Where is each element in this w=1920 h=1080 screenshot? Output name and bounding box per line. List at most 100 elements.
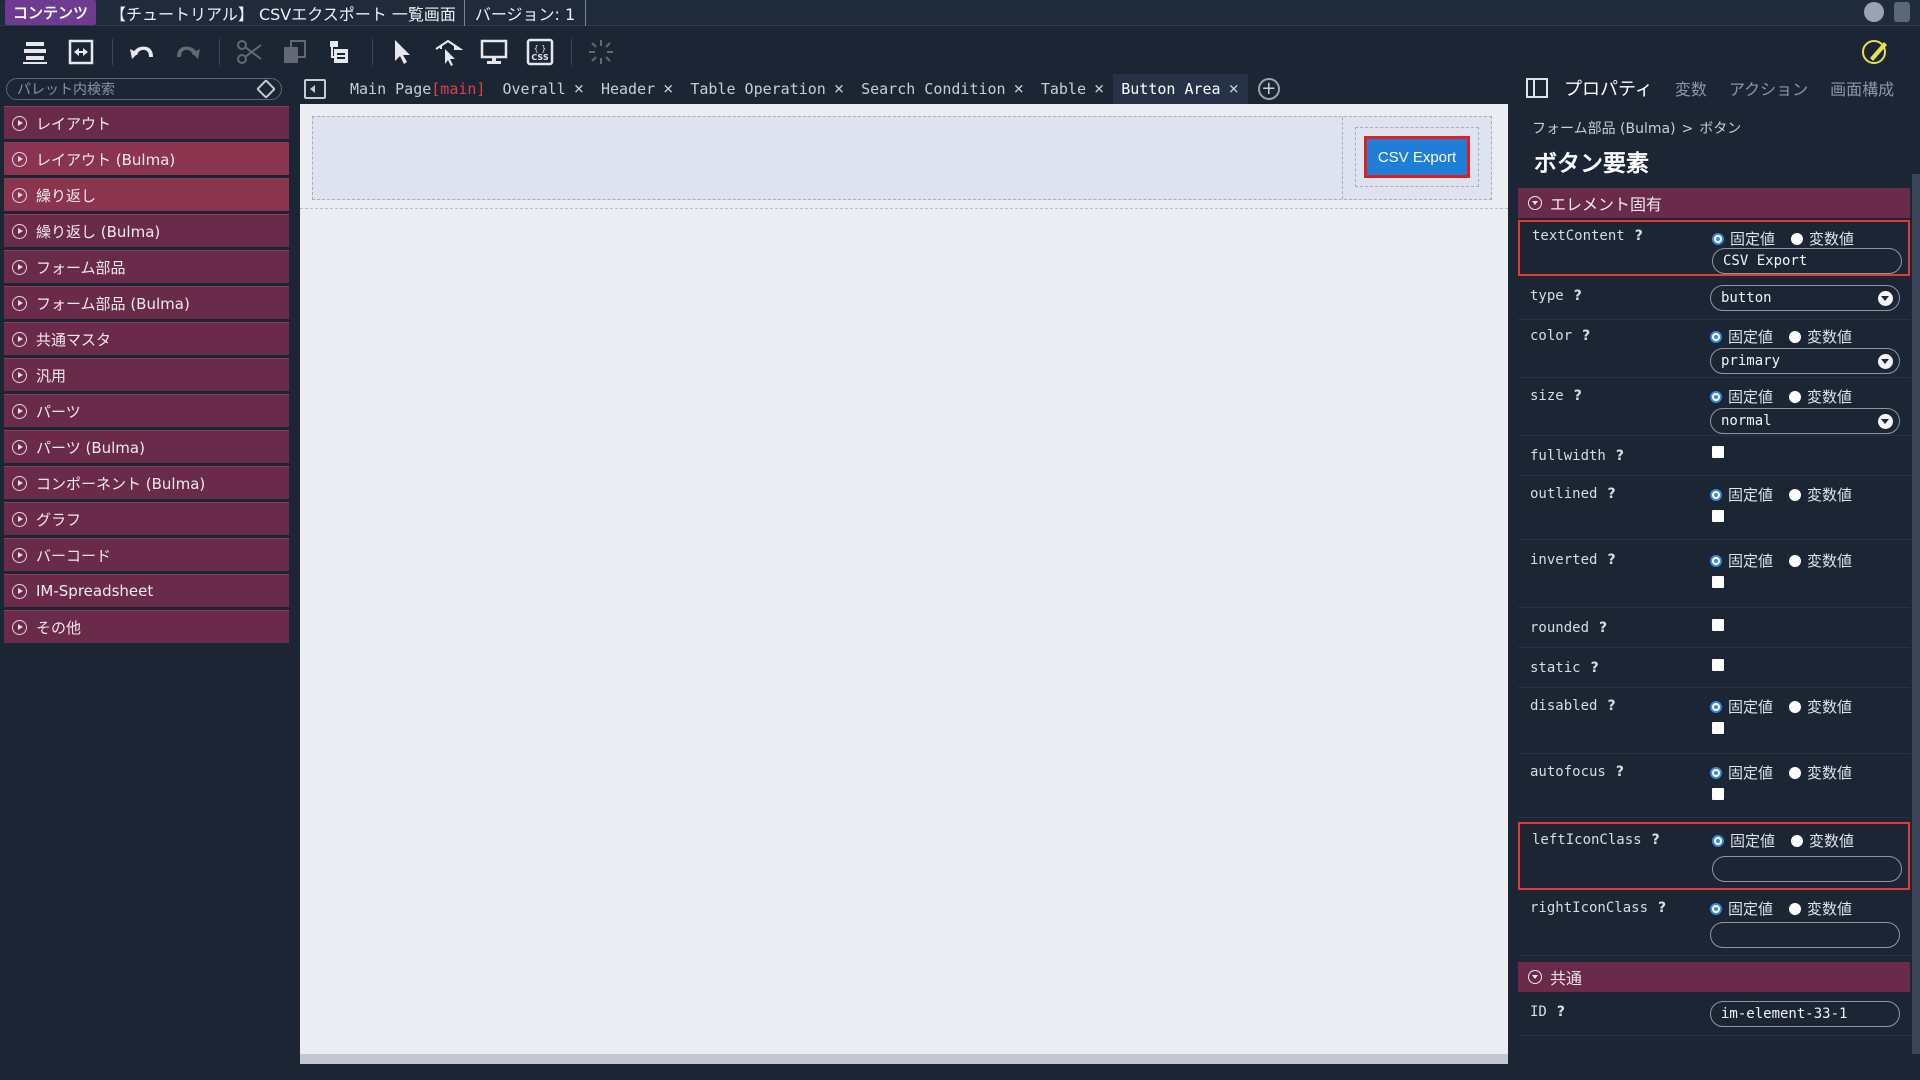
outlined-checkbox[interactable] [1712,510,1724,522]
help-icon[interactable]: ? [1607,486,1615,502]
autofocus-checkbox[interactable] [1712,788,1724,800]
variable-radio[interactable] [1789,488,1802,501]
edit-icon[interactable] [1858,34,1892,68]
tab-button-area[interactable]: Button Area × [1113,74,1248,104]
help-icon[interactable]: ? [1574,388,1582,404]
color-select[interactable]: primary [1710,348,1900,374]
button-area-container[interactable]: CSV Export [312,116,1492,200]
redo-icon[interactable] [171,35,205,69]
palette-item[interactable]: パーツ (Bulma) [4,430,289,463]
palette-item[interactable]: パーツ [4,394,289,427]
content-badge[interactable]: コンテンツ [5,0,97,25]
help-icon[interactable]: ? [1658,900,1666,916]
horizontal-scrollbar[interactable] [300,1054,1508,1064]
expand-icon[interactable] [64,35,98,69]
palette-item[interactable]: 繰り返し [4,178,289,211]
fixed-radio[interactable] [1710,700,1722,713]
close-icon[interactable]: × [834,79,844,99]
palette-item[interactable]: 繰り返し (Bulma) [4,214,289,247]
properties-scrollbar[interactable] [1912,174,1920,1054]
tab-main-page[interactable]: Main Page [main] [342,74,494,104]
tab-overall[interactable]: Overall × [494,74,592,104]
palette-item[interactable]: コンポーネント (Bulma) [4,466,289,499]
fixed-radio[interactable] [1712,232,1724,245]
help-icon[interactable]: ? [1582,328,1590,344]
variable-radio[interactable] [1791,232,1804,245]
undo-icon[interactable] [125,35,159,69]
close-icon[interactable]: × [1229,79,1239,99]
help-icon[interactable]: ? [1574,288,1582,304]
fixed-radio[interactable] [1710,488,1722,501]
section-element-specific[interactable]: エレメント固有 [1518,188,1910,218]
close-icon[interactable]: × [663,79,673,99]
design-canvas[interactable]: CSV Export [300,104,1508,1064]
copy-icon[interactable] [278,35,312,69]
variable-radio[interactable] [1789,700,1802,713]
palette-item[interactable]: レイアウト (Bulma) [4,142,289,175]
fixed-radio[interactable] [1712,834,1724,847]
palette-item[interactable]: IM-Spreadsheet [4,574,289,607]
paste-icon[interactable] [324,35,358,69]
help-icon[interactable]: ? [1635,228,1643,244]
palette-item[interactable]: フォーム部品 (Bulma) [4,286,289,319]
righticonclass-input[interactable] [1710,922,1900,948]
user-icon[interactable] [1864,2,1884,22]
fixed-radio[interactable] [1710,330,1722,343]
id-input[interactable]: im-element-33-1 [1710,1001,1900,1027]
help-icon[interactable]: ? [1616,764,1624,780]
variable-radio[interactable] [1789,554,1802,567]
fixed-radio[interactable] [1710,902,1722,915]
help-icon[interactable]: ? [1599,620,1607,636]
help-icon[interactable]: ? [1607,552,1615,568]
palette-item[interactable]: バーコード [4,538,289,571]
static-checkbox[interactable] [1712,659,1724,671]
close-icon[interactable]: × [1014,79,1024,99]
help-icon[interactable]: ? [1557,1004,1565,1020]
lefticonclass-input[interactable] [1712,856,1902,882]
palette-search-input[interactable]: パレット内検索 [6,78,282,100]
help-icon[interactable]: ? [1616,448,1624,464]
fullwidth-checkbox[interactable] [1712,446,1724,458]
tab-actions[interactable]: アクション [1729,76,1808,100]
tab-screen-structure[interactable]: 画面構成 [1830,76,1894,100]
fixed-radio[interactable] [1710,766,1722,779]
palette-item[interactable]: 汎用 [4,358,289,391]
textcontent-input[interactable]: CSV Export [1712,248,1902,274]
add-tab-icon[interactable]: + [1257,78,1280,100]
tab-table-operation[interactable]: Table Operation × [682,74,853,104]
css-icon[interactable]: CSS{ } [523,35,557,69]
csv-export-button[interactable]: CSV Export [1364,136,1470,178]
version-label[interactable]: バージョン: 1 [463,0,587,27]
eraser-icon[interactable] [256,79,276,99]
size-select[interactable]: normal [1710,408,1900,434]
variable-radio[interactable] [1791,834,1804,847]
parent-select-icon[interactable] [431,35,465,69]
help-icon[interactable]: ? [1652,832,1660,848]
tab-header[interactable]: Header × [593,74,682,104]
close-icon[interactable]: × [574,79,584,99]
tab-properties[interactable]: プロパティ [1564,75,1653,101]
palette-item[interactable]: 共通マスタ [4,322,289,355]
fixed-radio[interactable] [1710,390,1722,403]
collapse-panel-icon[interactable] [304,79,326,99]
rounded-checkbox[interactable] [1712,619,1724,631]
fixed-radio[interactable] [1710,554,1722,567]
layout-icon[interactable] [1526,78,1548,98]
preview-icon[interactable] [477,35,511,69]
button-wrapper-cell[interactable]: CSV Export [1355,127,1479,187]
palette-item[interactable]: その他 [4,610,289,643]
lock-icon[interactable] [1894,2,1910,22]
variable-radio[interactable] [1789,330,1802,343]
palette-item[interactable]: グラフ [4,502,289,535]
cut-icon[interactable] [232,35,266,69]
palette-item[interactable]: フォーム部品 [4,250,289,283]
type-select[interactable]: button [1710,285,1900,311]
left-area-cell[interactable] [313,117,1343,199]
variable-radio[interactable] [1789,390,1802,403]
disabled-checkbox[interactable] [1712,722,1724,734]
close-icon[interactable]: × [1094,79,1104,99]
tab-table[interactable]: Table × [1033,74,1113,104]
tab-variables[interactable]: 変数 [1675,76,1707,100]
help-icon[interactable]: ? [1591,660,1599,676]
tree-list-icon[interactable] [18,35,52,69]
